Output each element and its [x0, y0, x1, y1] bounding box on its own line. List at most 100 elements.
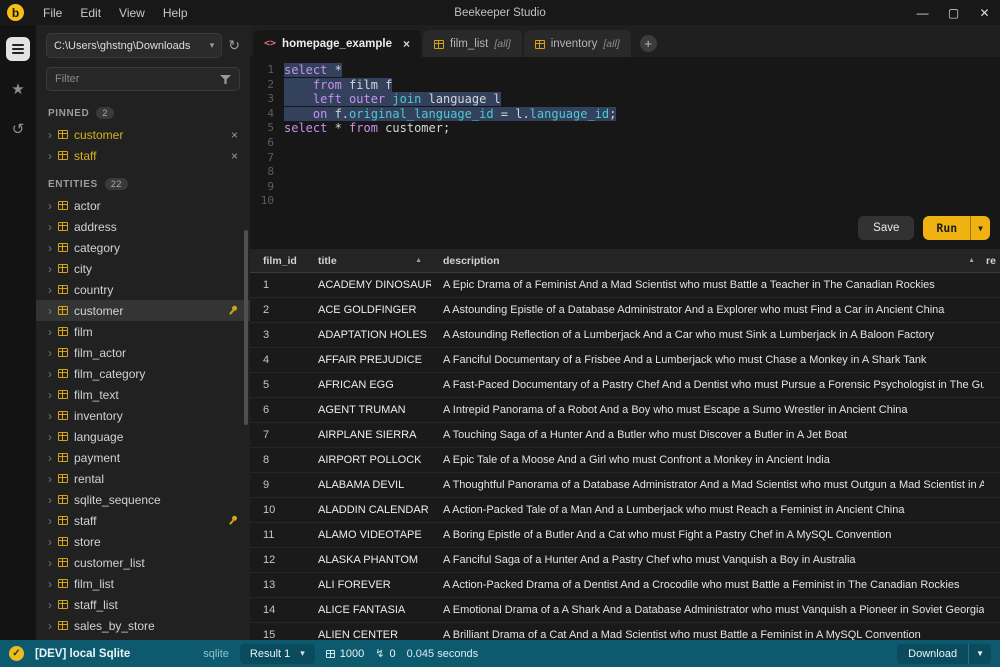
unpin-icon[interactable]: ×	[231, 149, 238, 163]
pinned-item-staff[interactable]: ›staff×	[36, 145, 250, 166]
code-line[interactable]: from film f	[284, 78, 1000, 93]
code-line[interactable]: select *	[284, 63, 1000, 78]
line-number: 6	[250, 136, 276, 151]
table-row[interactable]: 8AIRPORT POLLOCKA Epic Tale of a Moose A…	[250, 448, 1000, 473]
entity-item-staff[interactable]: ›staff	[36, 510, 250, 531]
column-header-partial[interactable]: re	[984, 249, 1000, 272]
entity-item-actor[interactable]: ›actor	[36, 195, 250, 216]
column-header-title[interactable]: title▲	[306, 249, 431, 272]
entity-item-language[interactable]: ›language	[36, 426, 250, 447]
results-table[interactable]: 1ACADEMY DINOSAURA Epic Drama of a Femin…	[250, 273, 1000, 640]
chevron-right-icon: ›	[48, 556, 52, 570]
pin-icon[interactable]	[225, 303, 241, 319]
minimize-button[interactable]: —	[907, 6, 938, 20]
code-line[interactable]	[284, 180, 1000, 195]
entity-item-label: staff_list	[74, 598, 238, 612]
result-selector-label: Result 1	[250, 648, 290, 660]
download-label[interactable]: Download	[897, 648, 968, 660]
table-row[interactable]: 7AIRPLANE SIERRAA Touching Saga of a Hun…	[250, 423, 1000, 448]
table-row[interactable]: 2ACE GOLDFINGERA Astounding Epistle of a…	[250, 298, 1000, 323]
table-row[interactable]: 11ALAMO VIDEOTAPEA Boring Epistle of a B…	[250, 523, 1000, 548]
table-row[interactable]: 9ALABAMA DEVILA Thoughtful Panorama of a…	[250, 473, 1000, 498]
code-line[interactable]	[284, 194, 1000, 209]
tab-inventory[interactable]: inventory[all]	[524, 30, 631, 57]
entity-item-city[interactable]: ›city	[36, 258, 250, 279]
table-row[interactable]: 6AGENT TRUMANA Intrepid Panorama of a Ro…	[250, 398, 1000, 423]
menu-file[interactable]: File	[34, 6, 71, 20]
entity-item-customer_list[interactable]: ›customer_list	[36, 552, 250, 573]
filter-input[interactable]	[46, 67, 240, 91]
entity-item-staff_list[interactable]: ›staff_list	[36, 594, 250, 615]
table-row[interactable]: 14ALICE FANTASIAA Emotional Drama of a A…	[250, 598, 1000, 623]
table-row[interactable]: 15ALIEN CENTERA Brilliant Drama of a Cat…	[250, 623, 1000, 640]
result-selector[interactable]: Result 1 ▾	[240, 644, 315, 664]
table-row[interactable]: 13ALI FOREVERA Action-Packed Drama of a …	[250, 573, 1000, 598]
menu-view[interactable]: View	[110, 6, 154, 20]
entity-item-customer[interactable]: ›customer	[36, 300, 250, 321]
pinned-item-customer[interactable]: ›customer×	[36, 124, 250, 145]
table-row[interactable]: 10ALADDIN CALENDARA Action-Packed Tale o…	[250, 498, 1000, 523]
tab-homepage_example[interactable]: <>homepage_example×	[253, 30, 421, 57]
tables-nav-icon[interactable]	[6, 37, 30, 61]
menu-edit[interactable]: Edit	[71, 6, 110, 20]
table-row[interactable]: 3ADAPTATION HOLESA Astounding Reflection…	[250, 323, 1000, 348]
chevron-right-icon: ›	[48, 128, 52, 142]
code-line[interactable]: select * from customer;	[284, 121, 1000, 136]
close-button[interactable]: ✕	[969, 6, 1000, 20]
menu-help[interactable]: Help	[154, 6, 197, 20]
entity-item-film_category[interactable]: ›film_category	[36, 363, 250, 384]
pinned-section-header[interactable]: PINNED 2	[36, 95, 250, 124]
download-dropdown-icon[interactable]: ▼	[968, 644, 991, 664]
code-line[interactable]	[284, 151, 1000, 166]
run-button[interactable]: Run ▼	[923, 216, 990, 240]
chevron-right-icon: ›	[48, 430, 52, 444]
code-line[interactable]: left outer join language l	[284, 92, 1000, 107]
refresh-icon[interactable]: ↻	[228, 37, 240, 54]
tab-film_list[interactable]: film_list[all]	[423, 30, 522, 57]
run-button-label[interactable]: Run	[923, 216, 970, 240]
cell-description: A Epic Drama of a Feminist And a Mad Sci…	[431, 279, 984, 291]
entity-item-store[interactable]: ›store	[36, 531, 250, 552]
sql-editor[interactable]: 12345678910 select * from film f left ou…	[250, 57, 1000, 249]
entity-item-address[interactable]: ›address	[36, 216, 250, 237]
table-row[interactable]: 12ALASKA PHANTOMA Fanciful Saga of a Hun…	[250, 548, 1000, 573]
entity-item-payment[interactable]: ›payment	[36, 447, 250, 468]
entity-item-film_text[interactable]: ›film_text	[36, 384, 250, 405]
sidebar-scrollbar[interactable]	[244, 230, 248, 425]
history-nav-icon[interactable]: ↺	[6, 117, 30, 141]
entity-item-film_list[interactable]: ›film_list	[36, 573, 250, 594]
table-row[interactable]: 5AFRICAN EGGA Fast-Paced Documentary of …	[250, 373, 1000, 398]
column-header-film_id[interactable]: film_id	[250, 249, 306, 272]
entity-item-label: inventory	[74, 409, 238, 423]
entity-item-sqlite_sequence[interactable]: ›sqlite_sequence	[36, 489, 250, 510]
unpin-icon[interactable]: ×	[231, 128, 238, 142]
entity-item-label: film_category	[74, 367, 238, 381]
entity-item-rental[interactable]: ›rental	[36, 468, 250, 489]
cell-film-id: 11	[250, 529, 306, 541]
favorites-nav-icon[interactable]: ★	[6, 77, 30, 101]
maximize-button[interactable]: ▢	[938, 6, 969, 20]
add-tab-button[interactable]: +	[640, 35, 657, 52]
download-button[interactable]: Download ▼	[897, 644, 991, 664]
entity-item-film[interactable]: ›film	[36, 321, 250, 342]
code-line[interactable]	[284, 136, 1000, 151]
close-tab-icon[interactable]: ×	[403, 37, 410, 51]
tab-label: film_list	[450, 38, 488, 50]
table-row[interactable]: 4AFFAIR PREJUDICEA Fanciful Documentary …	[250, 348, 1000, 373]
entity-item-category[interactable]: ›category	[36, 237, 250, 258]
save-button[interactable]: Save	[858, 216, 914, 240]
entity-item-film_actor[interactable]: ›film_actor	[36, 342, 250, 363]
database-selector[interactable]: C:\Users\ghstng\Downloads ▾	[46, 33, 222, 58]
entity-item-inventory[interactable]: ›inventory	[36, 405, 250, 426]
entities-section-header[interactable]: ENTITIES 22	[36, 166, 250, 195]
chevron-right-icon: ›	[48, 514, 52, 528]
table-row[interactable]: 1ACADEMY DINOSAURA Epic Drama of a Femin…	[250, 273, 1000, 298]
column-header-description[interactable]: description▲	[431, 249, 984, 272]
app-logo-icon[interactable]: b	[7, 4, 24, 21]
entity-item-country[interactable]: ›country	[36, 279, 250, 300]
code-line[interactable]	[284, 165, 1000, 180]
code-line[interactable]: on f.original_language_id = l.language_i…	[284, 107, 1000, 122]
entity-item-sales_by_store[interactable]: ›sales_by_store	[36, 615, 250, 636]
run-dropdown-icon[interactable]: ▼	[970, 216, 990, 240]
pin-icon[interactable]	[225, 513, 241, 529]
